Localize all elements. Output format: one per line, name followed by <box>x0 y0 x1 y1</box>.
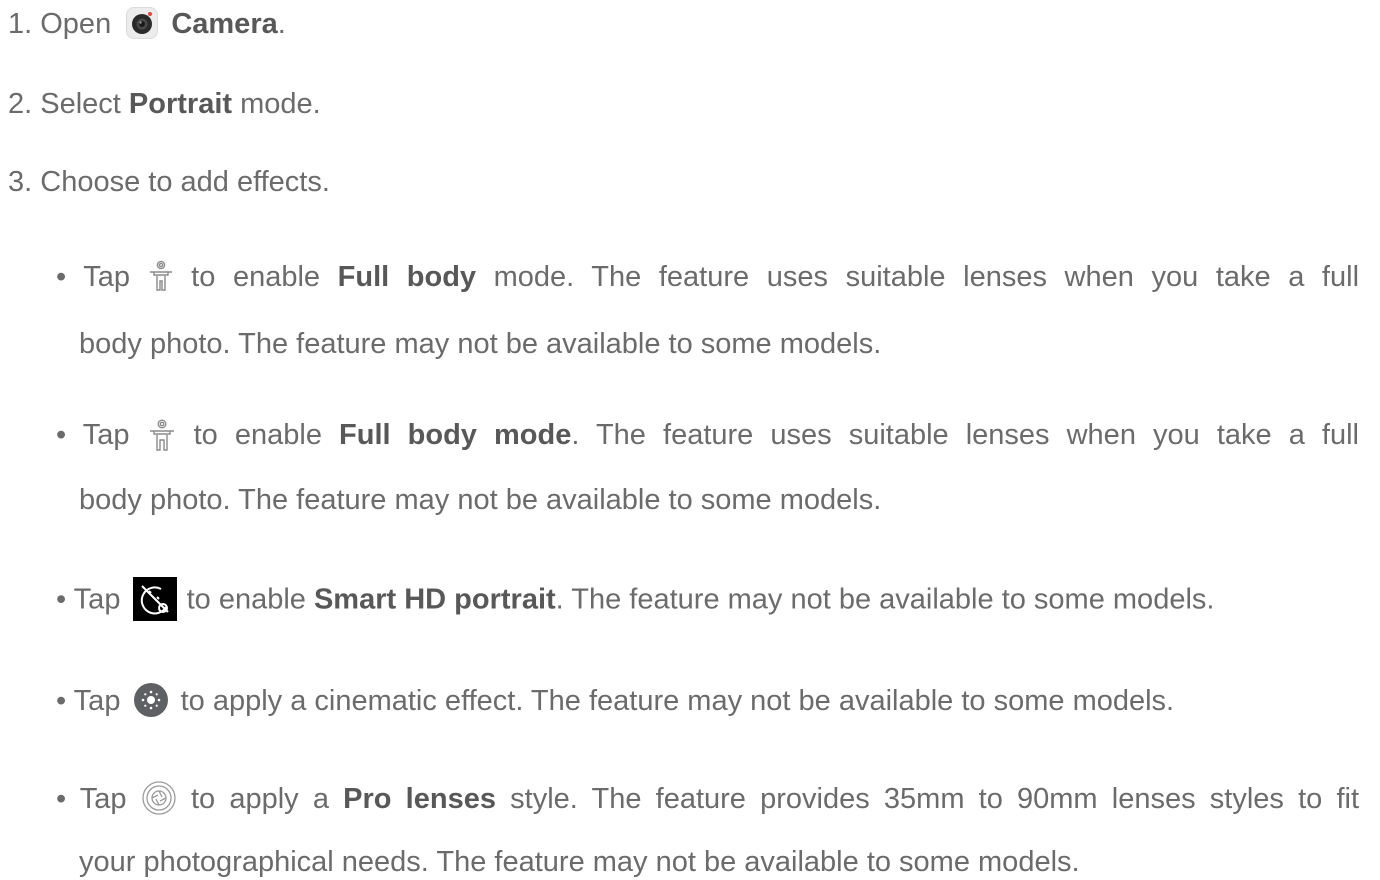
bullet-text: to enable <box>186 583 306 616</box>
bullet-text: to enable <box>191 261 321 293</box>
bullet-tap-text: • Tap <box>56 583 121 616</box>
step-text-end: . <box>277 8 286 40</box>
bullet-tap-text: • Tap <box>56 685 121 717</box>
bullet-full-body: • Tap to enable Full body mode. The feat… <box>56 259 1359 362</box>
bullet-text-rest: style. The feature provides 35mm to 90mm… <box>510 783 1360 815</box>
bullet-tap-text: • Tap <box>56 783 127 815</box>
portrait-mode-name: Portrait <box>128 88 233 120</box>
bullet-text: to apply a <box>190 783 329 815</box>
step-2: 2. Select Portrait mode. <box>8 86 321 122</box>
bullet-tap-text: • Tap <box>56 261 130 293</box>
bullet-line-1: • Tap to apply a cinematic effect. The f… <box>56 683 1359 720</box>
bullet-text: to enable <box>193 419 322 451</box>
bullet-text-rest: to apply a cinematic effect. The feature… <box>180 685 1175 717</box>
step-number: 1. <box>8 8 33 40</box>
bullet-full-body-mode: • Tap to enable Full body mode. The feat… <box>56 417 1359 518</box>
camera-app-name: Camera <box>171 8 278 40</box>
bullet-text-rest: . The feature uses suitable lenses when … <box>571 419 1359 451</box>
step-number: 3. <box>8 166 33 198</box>
bullet-smart-hd-portrait: • Tap to enable Smart HD portrait. The f… <box>56 577 1359 623</box>
bullet-text-rest: . The feature may not be available to so… <box>555 583 1215 616</box>
bullet-line-1: • Tap to apply a Pro lenses style. The f… <box>56 781 1359 818</box>
pro-lenses-feature-name: Pro lenses <box>343 783 496 815</box>
bullet-line-1: • Tap to enable Full body mode. The feat… <box>56 259 1359 296</box>
full-body-icon <box>148 259 174 295</box>
bullet-line-2: body photo. The feature may not be avail… <box>79 328 882 361</box>
step-number: 2. <box>8 88 33 120</box>
full-body-mode-feature-name: Full body mode <box>339 419 572 451</box>
pro-lenses-icon <box>141 780 177 816</box>
camera-app-icon <box>125 6 159 40</box>
bullet-line-2: your photographical needs. The feature m… <box>79 846 1080 879</box>
step-text: Open <box>40 8 112 40</box>
smart-hd-portrait-icon <box>132 577 177 621</box>
bullet-line-1: • Tap to enable Smart HD portrait. The f… <box>56 577 1359 623</box>
step-text: Select <box>40 88 121 120</box>
step-1: 1. Open Camera. <box>8 6 286 42</box>
bullet-tap-text: • Tap <box>56 419 130 451</box>
bullet-pro-lenses: • Tap to apply a Pro lenses style. The f… <box>56 781 1359 880</box>
step-text-end: mode. <box>240 88 321 120</box>
bullet-line-1: • Tap to enable Full body mode. The feat… <box>56 417 1359 455</box>
bullet-text-rest: mode. The feature uses suitable lenses w… <box>493 261 1360 293</box>
bullet-cinematic-effect: • Tap to apply a cinematic effect. The f… <box>56 683 1359 720</box>
full-body-feature-name: Full body <box>337 261 477 293</box>
full-body-icon <box>147 417 177 455</box>
cinematic-effect-icon <box>133 682 169 718</box>
smart-hd-portrait-feature-name: Smart HD portrait <box>313 583 556 616</box>
step-text: Choose to add effects. <box>40 166 330 198</box>
bullet-line-2: body photo. The feature may not be avail… <box>79 484 882 517</box>
step-3: 3. Choose to add effects. <box>8 164 330 200</box>
